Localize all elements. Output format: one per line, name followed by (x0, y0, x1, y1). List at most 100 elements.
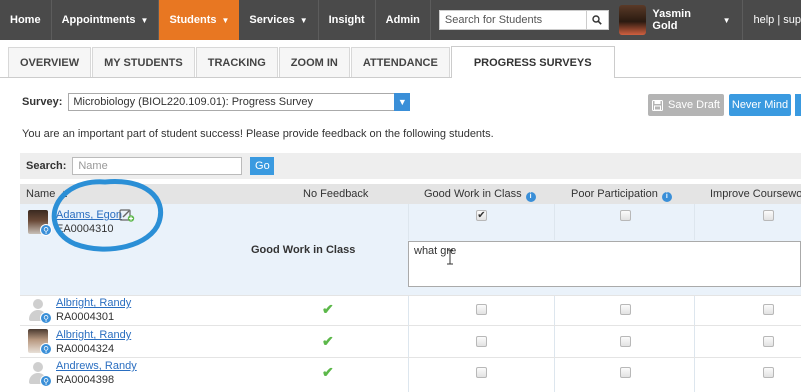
poor-participation-checkbox[interactable] (620, 336, 631, 347)
column-header-name[interactable]: Name ▲ (26, 188, 69, 200)
poor-participation-checkbox[interactable] (620, 210, 631, 221)
feedback-comment-textarea[interactable]: what gre (408, 241, 801, 287)
survey-selector-row: Survey: Microbiology (BIOL220.109.01): P… (22, 93, 411, 111)
student-id: EA0004310 (56, 223, 114, 235)
column-divider (408, 204, 409, 240)
column-divider (554, 326, 555, 357)
survey-label: Survey: (22, 96, 63, 108)
magnifier-icon[interactable]: ⚲ (40, 224, 52, 236)
save-draft-label: Save Draft (668, 99, 720, 111)
tab-overview[interactable]: OVERVIEW (8, 47, 92, 77)
column-divider (554, 358, 555, 392)
nav-services-label: Services (249, 14, 295, 26)
nav-students-label: Students (169, 14, 217, 26)
table-row: ⚲ Albright, Randy RA0004301 ✔ (20, 296, 801, 326)
checkmark-icon: ✔ (322, 301, 334, 317)
avatar[interactable]: ⚲ (28, 329, 54, 357)
checkmark-icon: ✔ (322, 333, 334, 349)
good-work-header-label: Good Work in Class (424, 188, 522, 200)
info-icon[interactable]: i (525, 192, 536, 202)
improve-coursework-checkbox[interactable] (763, 336, 774, 347)
student-id: RA0004301 (56, 311, 115, 323)
student-name-link[interactable]: Albright, Randy (56, 297, 131, 309)
search-icon (592, 15, 603, 25)
improve-coursework-checkbox[interactable] (763, 210, 774, 221)
search-button[interactable] (586, 10, 609, 30)
placeholder-avatar-icon (33, 362, 43, 372)
nav-students[interactable]: Students ▼ (159, 0, 240, 40)
avatar[interactable]: ⚲ (28, 361, 54, 389)
avatar[interactable]: ⚲ (28, 298, 54, 326)
edit-note-icon[interactable] (119, 208, 135, 222)
student-name-link[interactable]: Andrews, Randy (56, 360, 137, 372)
tab-tracking[interactable]: TRACKING (195, 47, 278, 77)
survey-select[interactable]: Microbiology (BIOL220.109.01): Progress … (68, 93, 411, 111)
global-search: Search for Students (438, 0, 609, 40)
placeholder-avatar-icon (33, 299, 43, 309)
tab-zoom-in[interactable]: ZOOM IN (278, 47, 350, 77)
tab-my-students[interactable]: MY STUDENTS (92, 47, 195, 77)
good-work-checkbox[interactable] (476, 336, 487, 347)
poor-participation-checkbox[interactable] (620, 304, 631, 315)
student-name-link[interactable]: Adams, Egon (56, 209, 122, 221)
save-draft-button[interactable]: Save Draft (648, 94, 724, 116)
intro-text: You are an important part of student suc… (22, 128, 494, 140)
table-row: ⚲ Andrews, Randy RA0004398 ✔ (20, 358, 801, 392)
top-navigation-bar: Home Appointments ▼ Students ▼ Services ▼ I… (0, 0, 801, 40)
table-header: Name ▲ No Feedback Good Work in Class i P… (20, 184, 801, 204)
magnifier-icon[interactable]: ⚲ (40, 343, 52, 355)
tab-attendance[interactable]: ATTENDANCE (350, 47, 450, 77)
chevron-down-icon: ▼ (722, 15, 731, 25)
checkmark-icon: ✔ (322, 364, 334, 380)
good-work-checkbox[interactable] (476, 367, 487, 378)
student-name-link[interactable]: Albright, Randy (56, 329, 131, 341)
help-link[interactable]: help | sup (743, 0, 801, 40)
column-divider (694, 358, 695, 392)
info-icon[interactable]: i (661, 192, 672, 202)
column-divider (408, 326, 409, 357)
nav-appointments[interactable]: Appointments ▼ (52, 0, 160, 40)
search-label: Search: (26, 160, 67, 172)
user-avatar[interactable] (618, 5, 647, 35)
nav-appointments-label: Appointments (61, 14, 136, 26)
poor-participation-checkbox[interactable] (620, 367, 631, 378)
magnifier-icon[interactable]: ⚲ (40, 312, 52, 324)
student-id: RA0004324 (56, 343, 115, 355)
student-search-input[interactable]: Search for Students (438, 10, 587, 30)
submit-button-partial[interactable] (795, 94, 801, 116)
chevron-down-icon: ▼ (221, 15, 230, 25)
chevron-down-icon[interactable]: ▼ (394, 93, 411, 111)
nav-insight[interactable]: Insight (319, 0, 376, 40)
table-row: ⚲ Albright, Randy RA0004324 ✔ (20, 326, 801, 358)
column-divider (694, 326, 695, 357)
poor-participation-header-label: Poor Participation (571, 188, 658, 200)
table-row: ⚲ Adams, Egon EA0004310 ✔ Good Work in C… (20, 204, 801, 296)
user-menu[interactable]: Yasmin Gold ▼ (652, 0, 744, 40)
column-header-good-work: Good Work in Class i (424, 188, 536, 202)
feedback-label: Good Work in Class (251, 244, 356, 256)
tab-progress-surveys[interactable]: PROGRESS SURVEYS (450, 46, 615, 78)
avatar[interactable]: ⚲ (28, 210, 54, 238)
column-divider (694, 296, 695, 325)
sub-tabs: OVERVIEW MY STUDENTS TRACKING ZOOM IN AT… (0, 40, 801, 78)
survey-selected-value: Microbiology (BIOL220.109.01): Progress … (73, 96, 314, 108)
good-work-checkbox[interactable]: ✔ (476, 210, 487, 221)
go-button[interactable]: Go (250, 157, 275, 175)
never-mind-button[interactable]: Never Mind (729, 94, 791, 116)
good-work-checkbox[interactable] (476, 304, 487, 315)
column-divider (408, 358, 409, 392)
nav-services[interactable]: Services ▼ (239, 0, 319, 40)
chevron-down-icon: ▼ (299, 15, 308, 25)
name-search-input[interactable]: Name (72, 157, 243, 175)
improve-coursework-checkbox[interactable] (763, 367, 774, 378)
magnifier-icon[interactable]: ⚲ (40, 375, 52, 387)
column-divider (554, 204, 555, 240)
chevron-down-icon: ▼ (140, 15, 149, 25)
text-cursor-icon (447, 249, 453, 265)
floppy-disk-icon (652, 99, 664, 111)
nav-home[interactable]: Home (0, 0, 52, 40)
column-divider (554, 296, 555, 325)
column-header-improve-coursework: Improve Coursewor (710, 188, 801, 200)
nav-admin[interactable]: Admin (376, 0, 431, 40)
improve-coursework-checkbox[interactable] (763, 304, 774, 315)
